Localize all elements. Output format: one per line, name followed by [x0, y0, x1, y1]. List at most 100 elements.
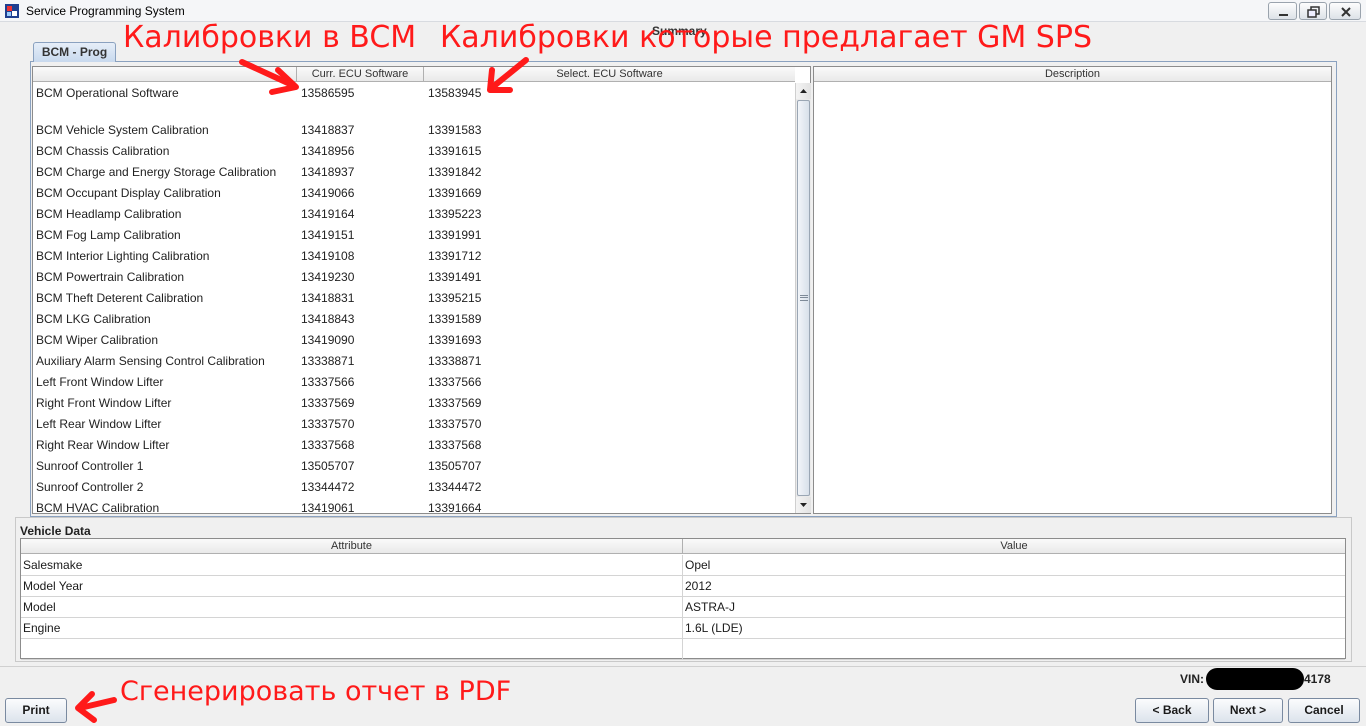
scroll-up-button[interactable] — [796, 83, 811, 99]
table-row[interactable]: BCM Interior Lighting Calibration 1341910… — [33, 247, 795, 268]
table-row[interactable]: Sunroof Controller 2 13344472 13344472 — [33, 478, 795, 499]
table-row[interactable]: BCM Chassis Calibration 13418956 13391615 — [33, 142, 795, 163]
table-row[interactable]: BCM Wiper Calibration 13419090 13391693 — [33, 331, 795, 352]
current-software-cell: 13419066 — [301, 186, 355, 200]
column-header-description[interactable]: Description — [814, 67, 1331, 82]
software-name-cell: Right Rear Window Lifter — [36, 438, 170, 452]
tab-bcm-prog[interactable]: BCM - Prog — [33, 42, 116, 62]
current-software-cell: 13586595 — [301, 86, 355, 100]
selected-software-cell: 13583945 — [428, 86, 482, 100]
software-name-cell: BCM Fog Lamp Calibration — [36, 228, 181, 242]
table-row[interactable]: Model Year 2012 — [21, 576, 1345, 597]
software-name-cell: Sunroof Controller 1 — [36, 459, 144, 473]
current-software-cell: 13419151 — [301, 228, 355, 242]
arrow-up-icon — [800, 89, 807, 93]
software-name-cell: BCM HVAC Calibration — [36, 501, 160, 513]
table-row[interactable]: BCM Fog Lamp Calibration 13419151 13391991 — [33, 226, 795, 247]
table-row[interactable]: Sunroof Controller 1 13505707 13505707 — [33, 457, 795, 478]
selected-software-cell: 13391842 — [428, 165, 482, 179]
restore-icon — [1307, 6, 1320, 18]
selected-software-cell: 13391712 — [428, 249, 482, 263]
table-row[interactable]: Salesmake Opel — [21, 555, 1345, 576]
scroll-down-button[interactable] — [796, 497, 811, 513]
selected-software-cell: 13337570 — [428, 417, 482, 431]
minimize-button[interactable] — [1268, 2, 1297, 20]
software-name-cell: Sunroof Controller 2 — [36, 480, 144, 494]
table-row[interactable]: BCM Occupant Display Calibration 13419066… — [33, 184, 795, 205]
value-cell: ASTRA-J — [685, 600, 736, 614]
table-row[interactable]: BCM LKG Calibration 13418843 13391589 — [33, 310, 795, 331]
table-row[interactable]: BCM Headlamp Calibration 13419164 13395223 — [33, 205, 795, 226]
current-software-cell: 13337566 — [301, 375, 355, 389]
attribute-cell: Salesmake — [23, 558, 83, 572]
table-row[interactable]: BCM Vehicle System Calibration 13418837 13… — [33, 121, 795, 142]
table-row[interactable] — [21, 639, 1345, 660]
description-table: Description — [813, 66, 1332, 514]
attribute-cell: Engine — [23, 621, 61, 635]
software-name-cell: BCM Vehicle System Calibration — [36, 123, 209, 137]
vin-label: VIN: — [1180, 672, 1204, 686]
column-divider — [682, 597, 683, 618]
arrow-down-icon — [800, 503, 807, 507]
back-button[interactable]: < Back — [1135, 698, 1209, 723]
software-name-cell: Left Rear Window Lifter — [36, 417, 162, 431]
current-software-cell: 13338871 — [301, 354, 355, 368]
software-name-cell: BCM Charge and Energy Storage Calibratio… — [36, 165, 277, 179]
table-row[interactable]: Engine 1.6L (LDE) — [21, 618, 1345, 639]
scrollbar-thumb[interactable] — [797, 100, 810, 496]
table-row[interactable]: BCM HVAC Calibration 13419061 13391664 — [33, 499, 795, 513]
selected-software-cell: 13505707 — [428, 459, 482, 473]
current-software-cell: 13419164 — [301, 207, 355, 221]
print-button[interactable]: Print — [5, 698, 67, 723]
software-name-cell: BCM Powertrain Calibration — [36, 270, 185, 284]
selected-software-cell: 13391669 — [428, 186, 482, 200]
grip-icon — [800, 295, 808, 301]
current-software-cell: 13419061 — [301, 501, 355, 513]
table-row[interactable]: BCM Theft Deterent Calibration 13418831 13… — [33, 289, 795, 310]
vin-value: 4178 — [1304, 672, 1331, 686]
minimize-icon — [1279, 14, 1288, 16]
vertical-scrollbar[interactable] — [795, 83, 811, 513]
table-row[interactable]: Right Front Window Lifter 13337569 1333756… — [33, 394, 795, 415]
table-row[interactable]: Left Front Window Lifter 13337566 13337566 — [33, 373, 795, 394]
software-name-cell: Left Front Window Lifter — [36, 375, 164, 389]
arrow-to-selected-column-icon — [487, 57, 529, 93]
current-software-cell: 13418956 — [301, 144, 355, 158]
divider — [0, 666, 1366, 667]
current-software-cell: 13344472 — [301, 480, 355, 494]
column-divider — [682, 555, 683, 576]
software-name-cell: BCM Theft Deterent Calibration — [36, 291, 204, 305]
annotation-print-pdf: Сгенерировать отчет в PDF — [120, 676, 512, 707]
column-header-current-software[interactable]: Curr. ECU Software — [297, 67, 424, 82]
selected-software-cell: 13395223 — [428, 207, 482, 221]
column-header-value[interactable]: Value — [683, 539, 1345, 554]
table-row[interactable]: BCM Charge and Energy Storage Calibratio… — [33, 163, 795, 184]
column-divider — [682, 639, 683, 660]
table-row[interactable]: Right Rear Window Lifter 13337568 13337568 — [33, 436, 795, 457]
cancel-button[interactable]: Cancel — [1288, 698, 1360, 723]
next-button[interactable]: Next > — [1213, 698, 1283, 723]
vehicle-data-rows: Salesmake Opel Model Year 2012 Model ASTRA-J E… — [21, 555, 1345, 660]
current-software-cell: 13337568 — [301, 438, 355, 452]
table-row[interactable]: Model ASTRA-J — [21, 597, 1345, 618]
close-button[interactable] — [1329, 2, 1361, 20]
value-cell: 1.6L (LDE) — [685, 621, 743, 635]
selected-software-cell: 13337568 — [428, 438, 482, 452]
software-name-cell: BCM Headlamp Calibration — [36, 207, 182, 221]
table-row[interactable]: Auxiliary Alarm Sensing Control Calibrat… — [33, 352, 795, 373]
restore-button[interactable] — [1299, 2, 1327, 20]
software-name-cell: Auxiliary Alarm Sensing Control Calibrat… — [36, 354, 265, 368]
table-row[interactable]: BCM Powertrain Calibration 13419230 133914… — [33, 268, 795, 289]
table-row[interactable]: Left Rear Window Lifter 13337570 13337570 — [33, 415, 795, 436]
column-divider — [682, 618, 683, 639]
close-icon — [1341, 7, 1351, 17]
vehicle-data-title: Vehicle Data — [20, 524, 91, 538]
column-header-attribute[interactable]: Attribute — [21, 539, 683, 554]
table-row[interactable]: BCM Operational Software 13586595 13583945 — [33, 84, 795, 105]
selected-software-cell: 13391615 — [428, 144, 482, 158]
selected-software-cell: 13391589 — [428, 312, 482, 326]
selected-software-cell: 13337566 — [428, 375, 482, 389]
selected-software-cell: 13391693 — [428, 333, 482, 347]
software-name-cell: BCM Wiper Calibration — [36, 333, 159, 347]
column-divider — [682, 576, 683, 597]
